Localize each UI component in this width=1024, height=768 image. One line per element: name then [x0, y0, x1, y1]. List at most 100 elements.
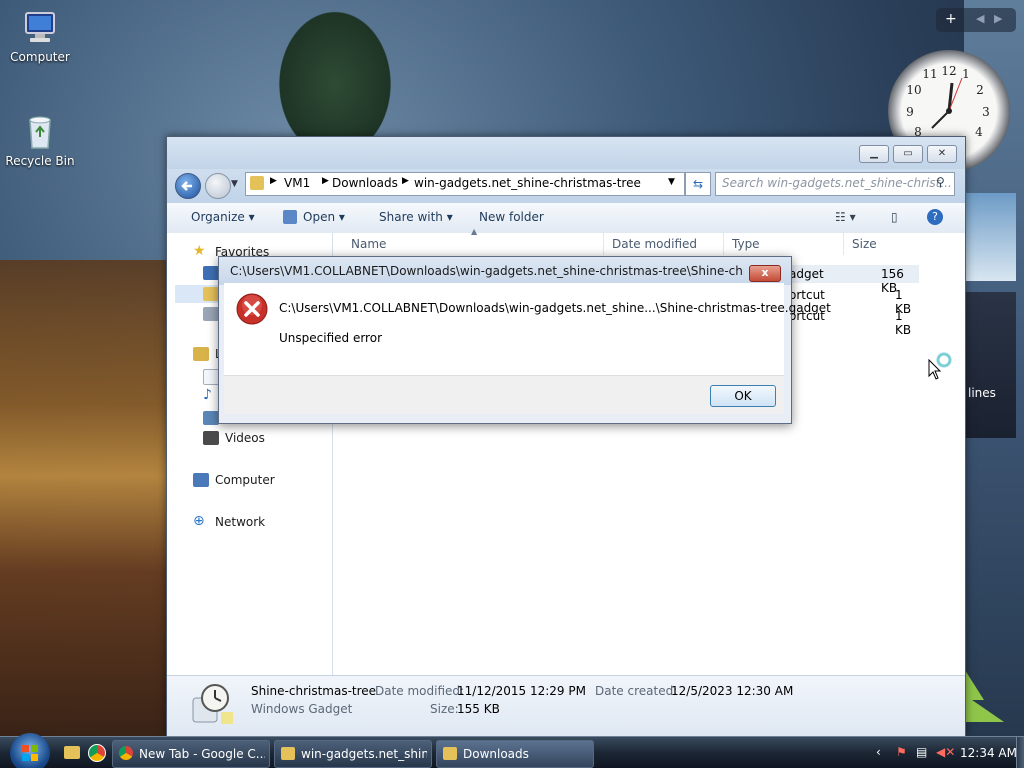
details-date-modified-label: Date modified: — [375, 684, 465, 698]
add-gadget-icon[interactable]: + — [945, 11, 957, 27]
computer-icon — [22, 10, 58, 46]
dialog-footer: OK — [224, 375, 784, 414]
breadcrumb-separator-icon: ▶ — [270, 176, 277, 186]
dialog-title: C:\Users\VM1.COLLABNET\Downloads\win-gad… — [230, 264, 744, 278]
address-dropdown-icon[interactable]: ▼ — [668, 177, 675, 187]
breadcrumb-current-folder[interactable]: win-gadgets.net_shine-christmas-tree — [414, 176, 641, 190]
taskbar-clock[interactable]: 12:34 AM — [960, 746, 1017, 760]
column-type[interactable]: Type — [732, 237, 760, 251]
help-icon[interactable]: ? — [927, 209, 943, 225]
open-icon — [283, 210, 297, 224]
nav-videos[interactable]: Videos — [225, 431, 265, 445]
start-button[interactable] — [10, 733, 50, 768]
dialog-body: C:\Users\VM1.COLLABNET\Downloads\win-gad… — [224, 283, 831, 375]
photo-gadget[interactable] — [964, 193, 1016, 281]
recent-pages-icon[interactable]: ▼ — [231, 179, 238, 189]
search-input[interactable]: Search win-gadgets.net_shine-christ... ⚲ — [715, 172, 955, 196]
share-with-button[interactable]: Share with ▾ — [379, 210, 453, 224]
organize-button[interactable]: Organize ▾ — [191, 210, 255, 224]
svg-text:9: 9 — [906, 105, 914, 119]
details-file-kind: Windows Gadget — [251, 702, 353, 716]
folder-icon — [443, 747, 457, 760]
folder-icon — [250, 176, 264, 190]
svg-text:2: 2 — [976, 83, 984, 97]
close-button[interactable]: ✕ — [927, 145, 957, 163]
search-icon[interactable]: ⚲ — [936, 175, 945, 189]
taskbar-button-gadget-folder[interactable]: win-gadgets.net_shin... — [274, 740, 432, 768]
details-date-created-label: Date created: — [595, 684, 678, 698]
previous-icon[interactable]: ◀ — [976, 12, 984, 25]
volume-muted-icon[interactable]: ◀✕ — [936, 745, 955, 759]
desktop-icon-computer[interactable]: Computer — [0, 10, 80, 64]
show-hidden-icons-icon[interactable]: ‹ — [876, 745, 881, 759]
details-pane: Shine-christmas-tree Windows Gadget Date… — [167, 675, 965, 736]
breadcrumb-vm1[interactable]: VM1 — [284, 176, 310, 190]
busy-cursor-icon — [928, 352, 954, 380]
window-titlebar[interactable]: ▁ ▭ ✕ — [167, 137, 965, 169]
details-file-name: Shine-christmas-tree — [251, 684, 377, 698]
desktop-icon[interactable] — [203, 266, 219, 280]
network-icon: ⊕ — [193, 513, 205, 529]
music-icon[interactable]: ♪ — [203, 387, 212, 403]
recycle-bin-icon — [22, 114, 58, 150]
computer-nav-icon — [193, 473, 209, 487]
maximize-button[interactable]: ▭ — [893, 145, 923, 163]
row-type: adget — [789, 267, 824, 281]
nav-computer[interactable]: Computer — [215, 473, 275, 487]
address-bar[interactable]: ▶ VM1 ▶ Downloads ▶ win-gadgets.net_shin… — [245, 172, 685, 196]
breadcrumb-separator-icon: ▶ — [402, 176, 409, 186]
nav-network[interactable]: Network — [215, 515, 265, 529]
dialog-close-button[interactable]: x — [749, 265, 781, 282]
row-type: ortcut — [789, 288, 825, 302]
minimize-button[interactable]: ▁ — [859, 145, 889, 163]
error-dialog[interactable]: C:\Users\VM1.COLLABNET\Downloads\win-gad… — [218, 256, 831, 424]
column-divider[interactable] — [723, 233, 724, 255]
ok-button[interactable]: OK — [710, 385, 776, 407]
explorer-quicklaunch-icon[interactable] — [64, 746, 80, 759]
recent-places-icon[interactable] — [203, 307, 219, 321]
column-name[interactable]: Name — [351, 237, 386, 251]
svg-text:11: 11 — [922, 67, 937, 81]
downloads-icon — [203, 287, 219, 301]
column-divider[interactable] — [843, 233, 844, 255]
preview-pane-icon[interactable]: ▯ — [891, 210, 898, 224]
new-folder-button[interactable]: New folder — [479, 210, 544, 224]
next-icon[interactable]: ▶ — [994, 12, 1002, 25]
favorites-star-icon: ★ — [193, 243, 206, 259]
explorer-window[interactable]: ▁ ▭ ✕ ▼ ▶ VM1 ▶ Downloads ▶ win-gadgets.… — [166, 136, 966, 736]
column-date-modified[interactable]: Date modified — [612, 237, 697, 251]
address-row: ▼ ▶ VM1 ▶ Downloads ▶ win-gadgets.net_sh… — [167, 169, 965, 203]
pictures-icon[interactable] — [203, 411, 219, 425]
gadget-toolbar[interactable]: + ◀ ▶ — [936, 8, 1016, 32]
column-size[interactable]: Size — [852, 237, 877, 251]
back-button[interactable] — [175, 173, 201, 199]
svg-text:4: 4 — [975, 125, 983, 139]
taskbar-button-label: New Tab - Google C... — [139, 747, 265, 761]
dialog-message: Unspecified error — [279, 331, 382, 345]
action-center-flag-icon[interactable]: ⚑ — [896, 745, 907, 759]
dialog-titlebar[interactable]: C:\Users\VM1.COLLABNET\Downloads\win-gad… — [219, 257, 791, 285]
network-tray-icon[interactable]: ▤ — [916, 745, 927, 759]
svg-text:1: 1 — [962, 67, 970, 81]
view-options-icon[interactable]: ☷ ▾ — [835, 210, 856, 224]
chrome-quicklaunch-icon[interactable] — [88, 744, 106, 762]
desktop-icon-recycle-bin[interactable]: Recycle Bin — [0, 114, 80, 168]
forward-button[interactable] — [205, 173, 231, 199]
videos-icon — [203, 431, 219, 445]
show-desktop-button[interactable] — [1016, 737, 1024, 768]
feed-gadget[interactable]: lines — [964, 292, 1016, 438]
breadcrumb-downloads[interactable]: Downloads — [332, 176, 398, 190]
chrome-icon — [119, 746, 133, 760]
command-bar: Organize ▾ Open ▾ Share with ▾ New folde… — [167, 203, 965, 234]
open-button[interactable]: Open ▾ — [303, 210, 345, 224]
details-date-modified: 11/12/2015 12:29 PM — [457, 684, 586, 698]
back-arrow-icon — [181, 181, 192, 191]
taskbar-button-label: Downloads — [463, 747, 529, 761]
folder-icon — [281, 747, 295, 760]
refresh-icon[interactable]: ⇆ — [685, 172, 711, 196]
taskbar-button-chrome[interactable]: New Tab - Google C... — [112, 740, 270, 768]
taskbar-button-downloads[interactable]: Downloads — [436, 740, 594, 768]
column-divider[interactable] — [603, 233, 604, 255]
error-icon — [236, 293, 268, 325]
desktop-icon-label: Recycle Bin — [5, 154, 75, 168]
